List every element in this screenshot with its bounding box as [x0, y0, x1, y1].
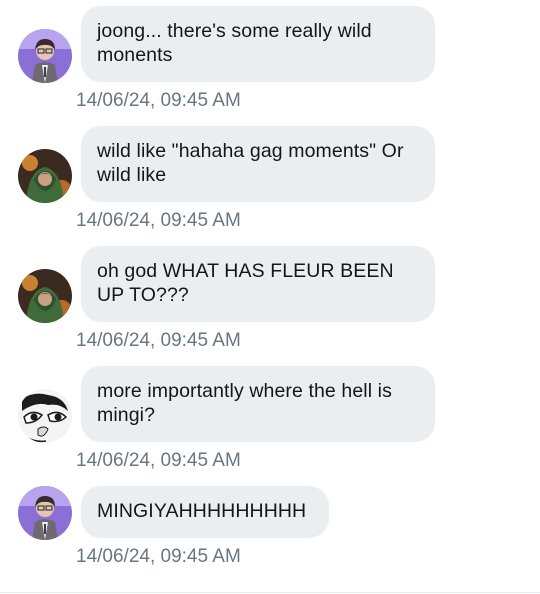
message-text-line: wild like [97, 164, 167, 186]
message-timestamp: 14/06/24, 09:45 AM [76, 90, 241, 111]
message-text-line: MINGIYAHHHHHHHHH [97, 500, 307, 522]
message-text-line: wild like "hahaha gag moments" Or [97, 140, 404, 162]
message-bubble[interactable]: wild like "hahaha gag moments" Or wild l… [81, 126, 435, 202]
message-text-line: oh god WHAT HAS FLEUR BEEN [97, 260, 394, 282]
message-text-line: joong... there's some really wild [97, 20, 372, 42]
message-bubble[interactable]: more importantly where the hell is mingi… [81, 366, 435, 442]
message-timestamp: 14/06/24, 09:45 AM [76, 210, 241, 231]
message-bubble[interactable]: MINGIYAHHHHHHHHH [81, 486, 329, 538]
divider [0, 592, 540, 593]
message-bubble[interactable]: oh god WHAT HAS FLEUR BEEN UP TO??? [81, 246, 435, 322]
avatar-green-hood[interactable] [18, 269, 72, 323]
message-timestamp: 14/06/24, 09:45 AM [76, 546, 241, 567]
avatar-purple-uniform[interactable] [18, 486, 72, 540]
avatar-green-hood[interactable] [18, 149, 72, 203]
message-text-line: more importantly where the hell is [97, 380, 392, 402]
message-timestamp: 14/06/24, 09:45 AM [76, 450, 241, 471]
avatar-purple-uniform[interactable] [18, 29, 72, 83]
message-timestamp: 14/06/24, 09:45 AM [76, 330, 241, 351]
message-bubble[interactable]: joong... there's some really wild monent… [81, 6, 435, 82]
avatar-manga-sketch[interactable] [18, 389, 72, 443]
message-text-line: mingi? [97, 404, 156, 426]
message-text-line: UP TO??? [97, 284, 189, 306]
message-text-line: monents [97, 44, 173, 66]
